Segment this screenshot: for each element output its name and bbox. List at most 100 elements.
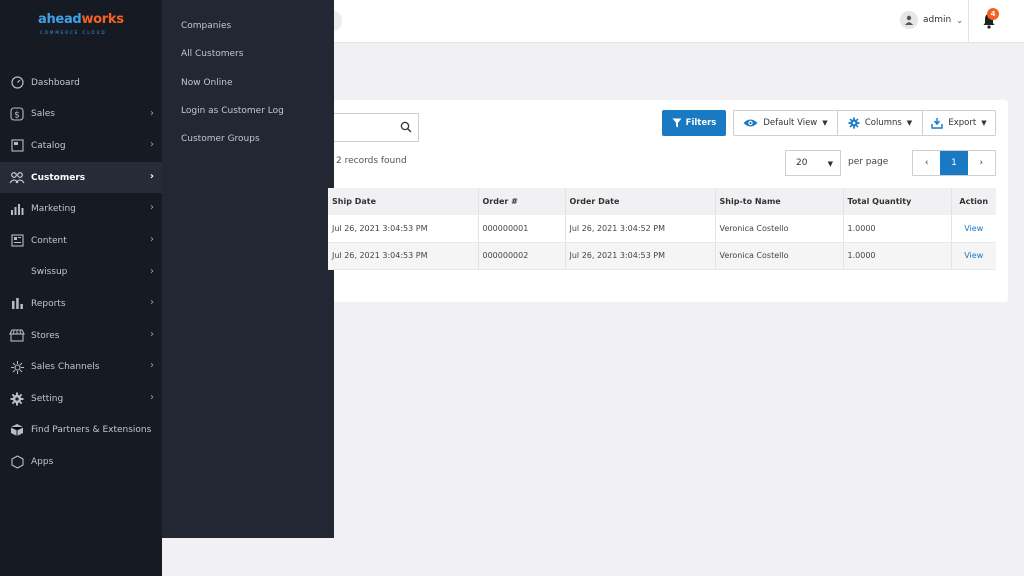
sidebar-item-customers[interactable]: Customers › [0,161,162,194]
next-page-button[interactable]: › [968,151,995,175]
submenu-item-login-as-customer-log[interactable]: Login as Customer Log [181,106,284,116]
grid-header-row: Ship Date Order # Order Date Ship-to Nam… [328,188,996,215]
gear-icon [9,391,25,407]
columns-dropdown[interactable]: Columns ▼ [838,111,923,135]
column-header-ship-date[interactable]: Ship Date [328,188,479,215]
channels-icon [9,359,25,375]
aheadworks-logo[interactable]: aheadworks COMMERCE CLOUD [38,12,128,40]
default-view-label: Default View [763,118,818,128]
chevron-right-icon: › [150,360,154,372]
submenu-item-companies[interactable]: Companies [181,21,231,31]
filters-label: Filters [685,118,717,128]
dashboard-icon [9,75,25,91]
sidebar-item-stores[interactable]: Stores › [0,320,162,352]
sidebar-item-label: Content [31,235,67,246]
marketing-icon [9,201,25,217]
cell-ship-to-name: Veronica Costello [715,215,844,243]
chevron-right-icon: › [150,391,154,403]
column-header-total-quantity[interactable]: Total Quantity [843,188,952,215]
swissup-icon [9,264,25,280]
view-link[interactable]: View [964,251,983,260]
chevron-right-icon: › [150,202,154,214]
cell-action: View [951,242,996,270]
table-row: Jul 26, 2021 3:04:53 PM 000000001 Jul 26… [328,215,996,243]
cell-ship-date: Jul 26, 2021 3:04:53 PM [328,242,479,270]
previous-page-button[interactable]: ‹ [913,151,940,175]
column-header-action: Action [951,188,996,215]
sidebar-item-catalog[interactable]: Catalog › [0,130,162,162]
records-found-text: 2 records found [336,156,407,166]
admin-user-menu[interactable]: admin ⌄ [900,10,963,30]
per-page-select[interactable]: 20 ▼ [785,150,841,176]
sidebar-item-label: Setting [31,393,64,404]
current-page-input[interactable]: 1 [940,151,968,175]
view-link[interactable]: View [964,224,983,233]
cell-ship-to-name: Veronica Costello [715,242,844,270]
caret-down-icon: ▼ [822,119,828,127]
chevron-right-icon: › [150,233,154,245]
sidebar-item-label: Swissup [31,267,68,278]
column-header-order-date[interactable]: Order Date [565,188,716,215]
submenu-item-all-customers[interactable]: All Customers [181,49,243,59]
apps-icon [9,454,25,470]
cell-ship-date: Jul 26, 2021 3:04:53 PM [328,215,479,243]
sidebar-item-label: Reports [31,298,66,309]
eye-icon [743,119,758,127]
logo-text-works: works [81,12,124,27]
sidebar-item-content[interactable]: Content › [0,225,162,257]
filters-button[interactable]: Filters [662,110,726,136]
catalog-icon [9,138,25,154]
submenu-item-customer-groups[interactable]: Customer Groups [181,134,260,144]
per-page-label: per page [848,157,889,167]
export-label: Export [948,118,977,128]
cell-action: View [951,215,996,243]
pagination: ‹ 1 › [912,150,996,176]
customers-icon [9,170,25,186]
sidebar-item-label: Marketing [31,204,76,215]
sidebar-item-find-partners[interactable]: Find Partners & Extensions [0,415,162,447]
sidebar-item-sales[interactable]: $ Sales › [0,99,162,131]
export-icon [931,118,944,129]
gear-icon [848,117,860,129]
sidebar-item-setting[interactable]: Setting › [0,383,162,415]
shipments-grid: Ship Date Order # Order Date Ship-to Nam… [328,188,996,270]
export-dropdown[interactable]: Export ▼ [923,111,995,135]
cell-order-number: 000000002 [478,242,566,270]
submenu-item-now-online[interactable]: Now Online [181,78,233,88]
caret-down-icon: ▼ [906,119,913,127]
columns-label: Columns [864,118,902,128]
sidebar-item-marketing[interactable]: Marketing › [0,193,162,225]
sidebar-item-swissup[interactable]: Swissup › [0,257,162,289]
per-page-value: 20 [796,158,808,168]
chevron-right-icon: › [150,107,154,119]
column-header-order-number[interactable]: Order # [478,188,566,215]
default-view-dropdown[interactable]: Default View ▼ [734,111,838,135]
keyword-search-input[interactable] [334,113,419,142]
chevron-left-icon: ‹ [924,158,929,168]
sidebar-item-label: Apps [31,456,54,467]
admin-sidebar: aheadworks COMMERCE CLOUD Dashboard $ Sa… [0,0,162,576]
column-header-ship-to-name[interactable]: Ship-to Name [715,188,844,215]
svg-text:$: $ [14,111,20,121]
content-icon [9,233,25,249]
user-avatar-icon [900,11,918,29]
grid-actions-group: Default View ▼ Columns ▼ Export ▼ [733,110,996,136]
cell-total-quantity: 1.0000 [843,242,952,270]
chevron-right-icon: › [150,297,154,309]
sidebar-item-reports[interactable]: Reports › [0,288,162,320]
sidebar-item-label: Catalog [31,140,66,151]
sidebar-item-sales-channels[interactable]: Sales Channels › [0,351,162,383]
chevron-right-icon: › [979,158,984,168]
reports-icon [9,296,25,312]
sidebar-item-apps[interactable]: Apps [0,446,162,478]
chevron-right-icon: › [149,170,154,182]
sidebar-item-label: Sales [31,109,55,120]
search-icon[interactable] [400,121,412,133]
chevron-right-icon: › [150,265,154,277]
chevron-right-icon: › [150,328,154,340]
sidebar-item-label: Dashboard [31,77,80,88]
caret-down-icon: ▼ [981,119,987,127]
chevron-right-icon: › [150,139,154,151]
sidebar-item-dashboard[interactable]: Dashboard [0,67,162,99]
header-divider [968,0,969,43]
